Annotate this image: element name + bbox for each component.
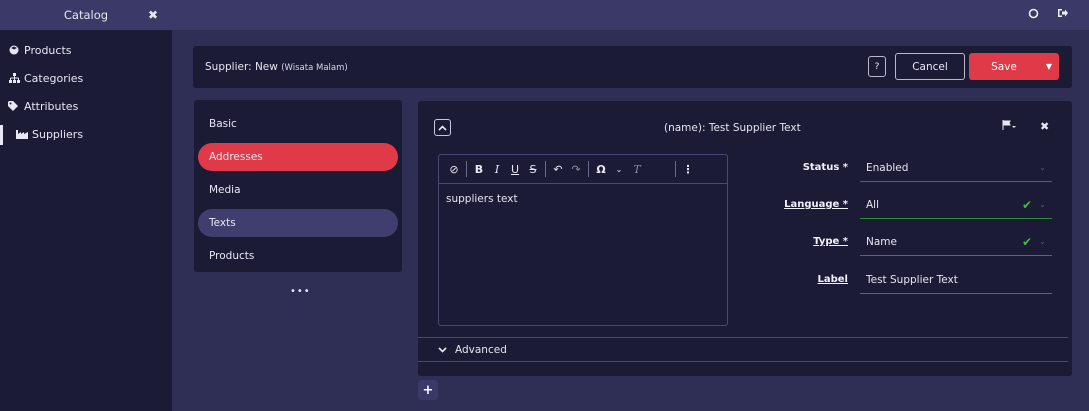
status-select[interactable]: Enabled ⌄	[860, 158, 1052, 182]
redo-icon[interactable]: ↷	[567, 163, 585, 176]
toolbar-divider	[675, 161, 676, 177]
rich-text-editor[interactable]: ⊘ B I U S ↶ ↷ Ω ⌄ T ⋮ suppliers text	[438, 154, 728, 326]
bold-icon[interactable]: B	[470, 163, 488, 176]
sidebar-item-suppliers[interactable]: Suppliers	[0, 120, 172, 148]
section-tabs: Basic Addresses Media Texts Products	[194, 100, 402, 272]
italic-icon[interactable]: I	[488, 163, 506, 176]
type-label[interactable]: Type *	[813, 236, 848, 247]
add-button[interactable]: +	[418, 380, 438, 400]
tab-media[interactable]: Media	[198, 176, 398, 204]
label-row: Label Test Supplier Text	[748, 270, 1052, 294]
type-select[interactable]: Name ✔ ⌄	[860, 232, 1052, 256]
sidebar: Catalog ✖ Products Categories Attributes…	[0, 0, 172, 411]
settings-icon[interactable]	[1027, 7, 1040, 24]
top-bar	[172, 0, 1089, 30]
clear-format-icon[interactable]: T	[628, 163, 646, 176]
chevron-down-icon: ⌄	[1039, 163, 1046, 172]
editor-toolbar: ⊘ B I U S ↶ ↷ Ω ⌄ T ⋮	[439, 155, 727, 184]
editor-content[interactable]: suppliers text	[439, 184, 727, 214]
sidebar-item-categories[interactable]: Categories	[0, 64, 172, 92]
advanced-toggle[interactable]: Advanced	[418, 337, 1068, 362]
close-sidebar-icon[interactable]: ✖	[148, 8, 158, 22]
strikethrough-icon[interactable]: S	[524, 163, 542, 176]
cancel-button[interactable]: Cancel	[895, 53, 965, 80]
language-select[interactable]: All ✔ ⌄	[860, 195, 1052, 219]
sidebar-item-label: Attributes	[24, 99, 79, 113]
more-icon[interactable]: •••	[290, 286, 311, 297]
sidebar-title: Catalog	[63, 8, 109, 22]
tab-addresses[interactable]: Addresses	[198, 143, 398, 171]
cube-icon	[8, 44, 20, 56]
panel-title: (name): Test Supplier Text	[664, 122, 801, 134]
chevron-down-icon: ⌄	[1039, 200, 1046, 209]
special-char-icon[interactable]: Ω	[592, 163, 610, 176]
sidebar-item-label: Products	[24, 43, 72, 57]
type-row: Type * Name ✔ ⌄	[748, 232, 1052, 256]
language-row: Language * All ✔ ⌄	[748, 195, 1052, 219]
sidebar-item-label: Suppliers	[32, 127, 84, 141]
sidebar-item-products[interactable]: Products	[0, 36, 172, 64]
check-icon: ✔	[1021, 198, 1032, 212]
sidebar-item-label: Categories	[24, 71, 84, 85]
underline-icon[interactable]: U	[506, 163, 524, 176]
caret-down-icon[interactable]: ▼	[1039, 62, 1059, 71]
flag-menu-icon[interactable]	[1002, 120, 1016, 133]
undo-icon[interactable]: ↶	[549, 163, 567, 176]
chevron-down-icon: ⌄	[1039, 237, 1046, 246]
collapse-button[interactable]	[434, 119, 451, 136]
label-input[interactable]: Test Supplier Text	[860, 270, 1052, 294]
text-panel: (name): Test Supplier Text ✖ ⊘ B I U S ↶…	[418, 101, 1072, 376]
chevron-down-icon	[438, 346, 447, 353]
help-button[interactable]: ?	[868, 56, 886, 77]
chevron-down-icon[interactable]: ⌄	[610, 165, 628, 174]
factory-icon	[16, 128, 28, 140]
language-label[interactable]: Language *	[784, 199, 848, 210]
tag-icon	[8, 100, 20, 112]
sidebar-header: Catalog ✖	[0, 0, 172, 30]
logout-icon[interactable]	[1057, 7, 1069, 23]
sitemap-icon	[8, 72, 20, 84]
tab-products[interactable]: Products	[198, 242, 398, 270]
tab-basic[interactable]: Basic	[198, 110, 398, 138]
check-icon: ✔	[1021, 235, 1032, 249]
page-subtitle: (Wisata Malam)	[281, 63, 348, 73]
toolbar-divider	[588, 161, 589, 177]
toolbar-divider	[545, 161, 546, 177]
supplier-header: Supplier: New (Wisata Malam) ? Cancel Sa…	[193, 46, 1072, 88]
close-icon[interactable]: ✖	[1040, 120, 1049, 133]
status-row: Status * Enabled ⌄	[748, 158, 1052, 182]
sidebar-item-attributes[interactable]: Attributes	[0, 92, 172, 120]
status-label: Status *	[802, 162, 848, 173]
page-title: Supplier: New (Wisata Malam)	[205, 61, 348, 73]
link-icon[interactable]: ⊘	[445, 163, 463, 176]
more-vertical-icon[interactable]: ⋮	[679, 163, 697, 176]
save-button[interactable]: Save ▼	[969, 53, 1059, 80]
advanced-label: Advanced	[455, 343, 507, 356]
toolbar-divider	[466, 161, 467, 177]
tab-texts[interactable]: Texts	[198, 209, 398, 237]
label-label[interactable]: Label	[818, 274, 849, 285]
save-label: Save	[991, 60, 1017, 73]
chevron-up-icon	[438, 124, 447, 131]
